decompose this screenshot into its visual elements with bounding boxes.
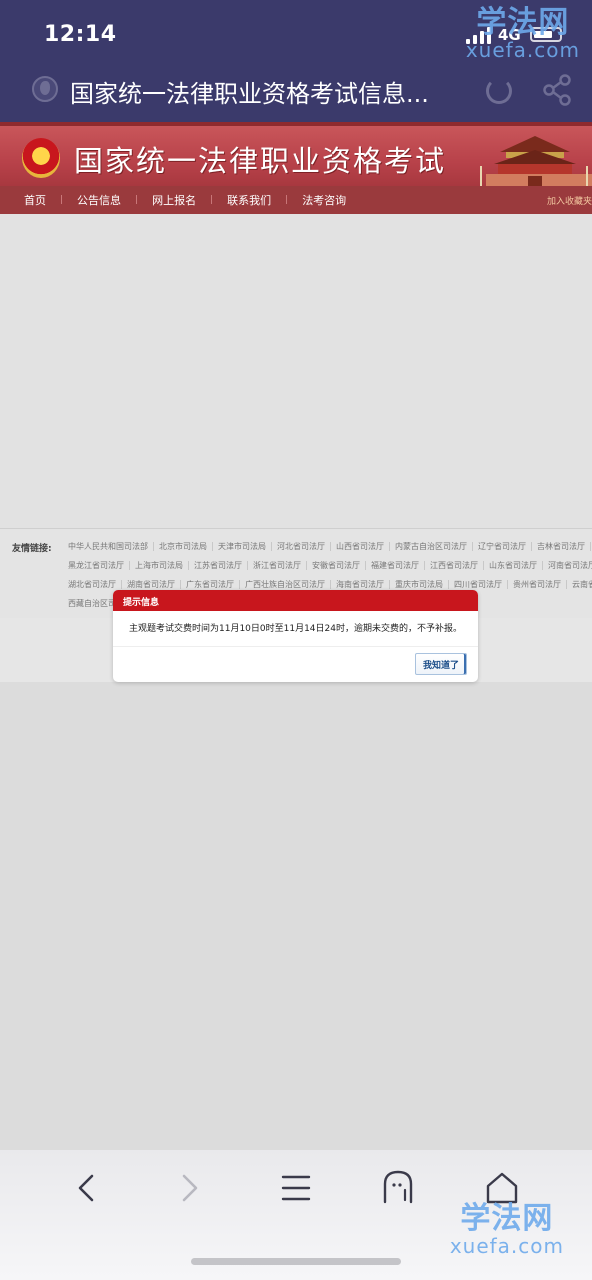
watermark-en: xuefa.com xyxy=(465,38,580,62)
national-emblem-icon xyxy=(22,138,60,178)
address-bar[interactable]: 国家统一法律职业资格考试信息... xyxy=(0,62,592,118)
friendly-link[interactable]: 云南省司法厅 xyxy=(567,580,592,589)
dialog-divider xyxy=(113,646,478,647)
nav-home[interactable]: 首页 xyxy=(0,192,60,208)
friendly-links-row: 黑龙江省司法厅 上海市司法局 江苏省司法厅 浙江省司法厅 安徽省司法厅 福建省司法厅 江西省… xyxy=(68,560,592,579)
menu-icon[interactable] xyxy=(274,1168,318,1208)
friendly-link[interactable]: 福建省司法厅 xyxy=(366,561,425,570)
friendly-link[interactable]: 上海市司法局 xyxy=(130,561,189,570)
friendly-link[interactable]: 海南省司法厅 xyxy=(331,580,390,589)
browser-page-title[interactable]: 国家统一法律职业资格考试信息... xyxy=(70,74,470,109)
tiananmen-gate-icon xyxy=(480,136,592,186)
dialog-message: 主观题考试交费时间为11月10日0时至11月14日24时，逾期未交费的，不予补报… xyxy=(129,624,462,634)
friendly-links-label: 友情链接: xyxy=(12,544,52,554)
confirm-button[interactable]: 我知道了 xyxy=(415,653,467,675)
nav-consult[interactable]: 法考咨询 xyxy=(288,192,360,208)
tabs-icon[interactable] xyxy=(376,1168,420,1208)
bookmark-link[interactable]: 加入收藏夹 xyxy=(547,194,592,207)
friendly-link[interactable]: 四川省司法厅 xyxy=(449,580,508,589)
friendly-link[interactable]: 广东省司法厅 xyxy=(181,580,240,589)
friendly-link[interactable]: 内蒙古自治区司法厅 xyxy=(390,542,473,551)
friendly-link[interactable]: 安徽省司法厅 xyxy=(307,561,366,570)
watermark-top: 学法网 xuefa.com xyxy=(465,5,580,62)
watermark-cn: 学法网 xyxy=(476,5,570,40)
friendly-link[interactable]: 江西省司法厅 xyxy=(425,561,484,570)
notice-dialog: 提示信息 主观题考试交费时间为11月10日0时至11月14日24时，逾期未交费的… xyxy=(113,590,478,682)
page-blank-area xyxy=(0,682,592,1150)
friendly-link[interactable]: 河南省司法厅 xyxy=(543,561,592,570)
nav-contact[interactable]: 联系我们 xyxy=(213,192,285,208)
site-title: 国家统一法律职业资格考试 xyxy=(74,144,447,178)
friendly-link[interactable]: 湖南省司法厅 xyxy=(122,580,181,589)
friendly-link[interactable]: 湖北省司法厅 xyxy=(68,580,122,589)
friendly-link[interactable]: 中华人民共和国司法部 xyxy=(68,542,154,551)
friendly-link[interactable]: 山西省司法厅 xyxy=(331,542,390,551)
reload-icon[interactable] xyxy=(486,78,512,104)
site-header: 国家统一法律职业资格考试 xyxy=(0,122,592,186)
friendly-link[interactable]: 天津市司法局 xyxy=(213,542,272,551)
site-nav: 首页 | 公告信息 | 网上报名 | 联系我们 | 法考咨询 加入收藏夹 xyxy=(0,186,592,214)
friendly-link[interactable]: 江苏省司法厅 xyxy=(189,561,248,570)
nav-online-registration[interactable]: 网上报名 xyxy=(138,192,210,208)
watermark-bottom: 学法网 xuefa.com xyxy=(449,1201,564,1258)
nav-announcements[interactable]: 公告信息 xyxy=(63,192,135,208)
globe-icon xyxy=(32,76,58,102)
page-content xyxy=(0,214,592,528)
friendly-link[interactable]: 贵州省司法厅 xyxy=(508,580,567,589)
friendly-link[interactable]: 黑龙江省司法厅 xyxy=(68,561,130,570)
friendly-link[interactable]: 河北省司法厅 xyxy=(272,542,331,551)
status-time: 12:14 xyxy=(44,22,117,47)
forward-icon[interactable] xyxy=(168,1168,212,1208)
share-icon[interactable] xyxy=(542,74,572,106)
friendly-link[interactable]: 山东省司法厅 xyxy=(484,561,543,570)
home-indicator xyxy=(191,1258,401,1265)
friendly-link[interactable]: 广西壮族自治区司法厅 xyxy=(240,580,331,589)
watermark-cn: 学法网 xyxy=(460,1201,554,1236)
friendly-links-row: 中华人民共和国司法部 北京市司法局 天津市司法局 河北省司法厅 山西省司法厅 内蒙古自治区… xyxy=(68,541,592,560)
friendly-link[interactable]: 重庆市司法局 xyxy=(390,580,449,589)
friendly-link[interactable]: 北京市司法局 xyxy=(154,542,213,551)
watermark-en: xuefa.com xyxy=(449,1234,564,1258)
friendly-link[interactable]: 吉林省司法厅 xyxy=(532,542,591,551)
browser-top-chrome: 12:14 4G 学法网 xuefa.com 国家统一法律职业资格考试信息... xyxy=(0,0,592,122)
friendly-link[interactable]: 辽宁省司法厅 xyxy=(473,542,532,551)
dialog-title: 提示信息 xyxy=(113,590,478,611)
back-icon[interactable] xyxy=(64,1168,108,1208)
friendly-link[interactable]: 浙江省司法厅 xyxy=(248,561,307,570)
